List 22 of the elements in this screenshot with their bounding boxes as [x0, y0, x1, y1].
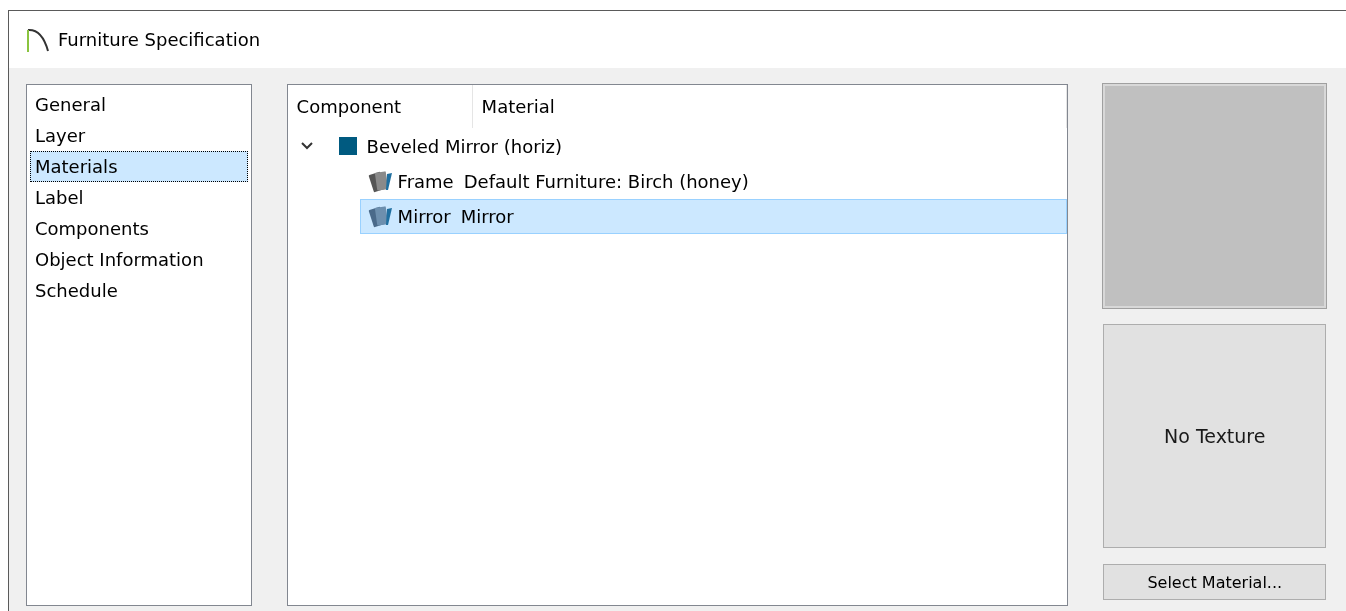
- category-item[interactable]: Layer: [30, 120, 248, 151]
- column-header[interactable]: Material: [472, 85, 1068, 128]
- tree-row[interactable]: Mirror Mirror: [359, 199, 1068, 234]
- material-icon: [366, 169, 395, 194]
- window-title: Furniture Specification: [58, 29, 261, 50]
- component-name: Frame: [397, 171, 454, 192]
- category-item[interactable]: Object Information: [30, 244, 248, 275]
- select-material-button[interactable]: Select Material...: [1103, 564, 1326, 600]
- material-name: Default Furniture: Birch (honey): [463, 171, 749, 192]
- material-name: Mirror: [460, 206, 514, 227]
- material-icon: [366, 204, 395, 229]
- texture-label: No Texture: [1164, 425, 1266, 447]
- tree-row[interactable]: Frame Default Furniture: Birch (honey): [359, 164, 1068, 199]
- category-item[interactable]: Materials: [30, 151, 248, 182]
- tree-item[interactable]: Beveled Mirror (horiz): [366, 135, 563, 157]
- category-item[interactable]: Components: [30, 213, 248, 244]
- chevron-icon[interactable]: [299, 141, 314, 151]
- component-name: Mirror: [397, 206, 451, 227]
- category-item[interactable]: Schedule: [30, 275, 248, 306]
- column-header[interactable]: Component: [287, 85, 473, 128]
- category-item[interactable]: Label: [30, 182, 248, 213]
- category-item[interactable]: General: [30, 89, 248, 120]
